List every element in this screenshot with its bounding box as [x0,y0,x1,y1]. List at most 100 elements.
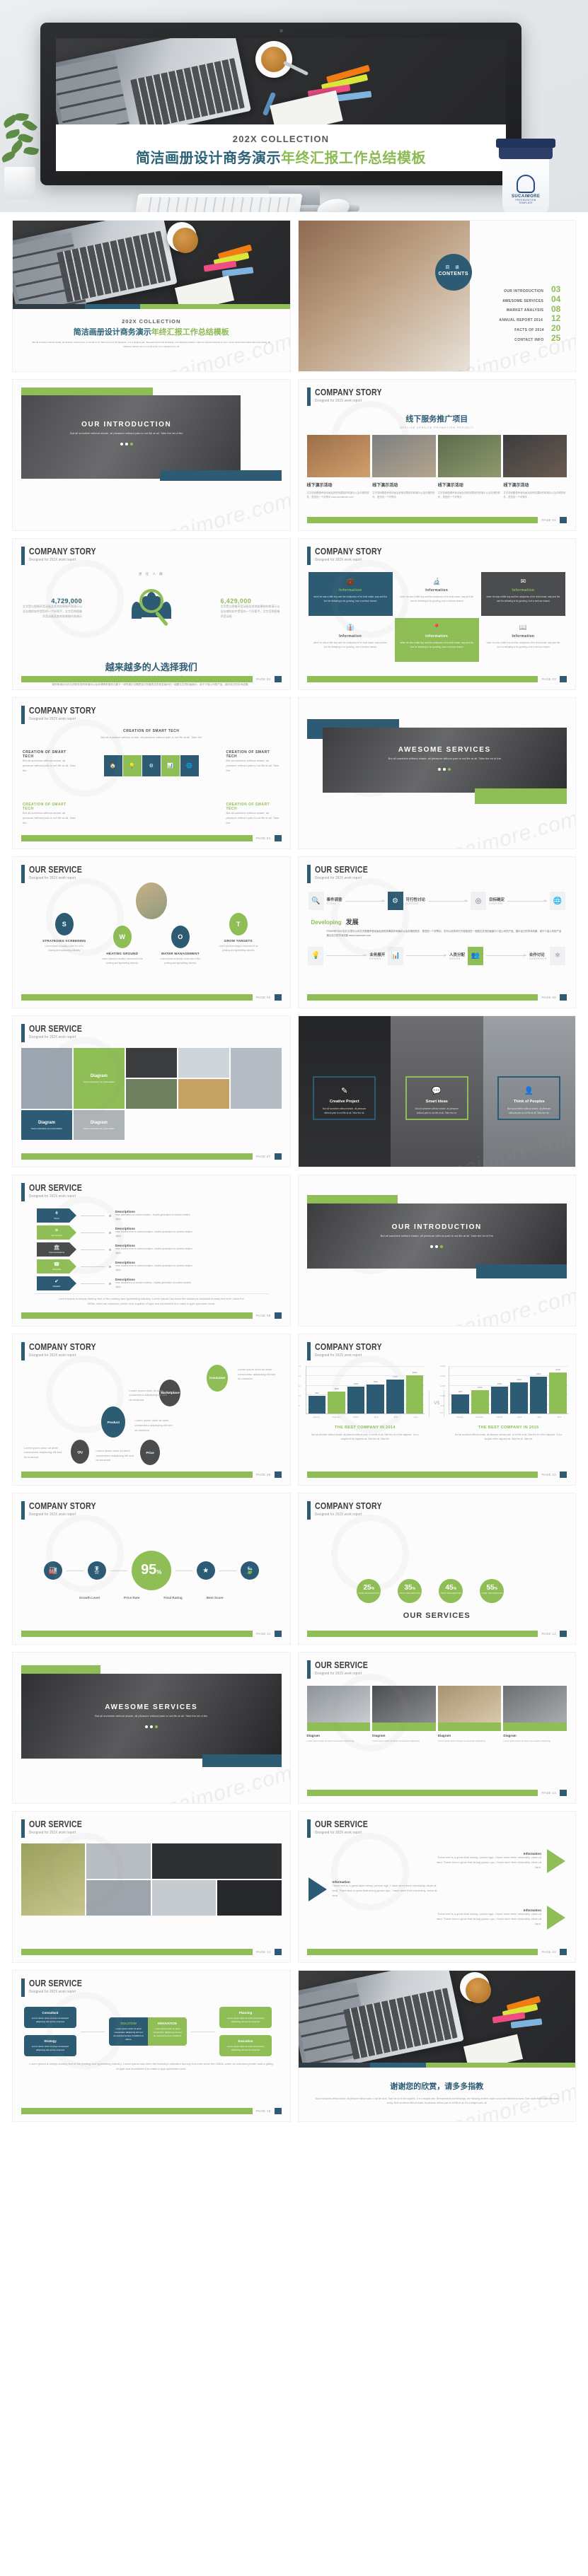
carousel-dots[interactable] [13,442,241,445]
mosaic-photo[interactable] [86,1880,151,1916]
contents-item[interactable]: AWESOME SERVICES 04 [459,295,565,303]
service-card[interactable]: Diagram Lorem ipsum dolor sit amet conse… [372,1686,436,1743]
dot-icon-active[interactable] [440,1245,444,1248]
dot-icon[interactable] [144,1725,148,1728]
mosaic-badge[interactable]: Diagram Some inspiration for presentatio… [21,1110,72,1140]
flow-box[interactable]: Consultant Lorem ipsum dolor sit amet co… [24,2007,76,2029]
star-icon[interactable]: ★ [196,1561,215,1580]
dot-icon-active[interactable] [129,442,133,445]
flow-box[interactable]: Strategy Lorem ipsum dolor sit amet cons… [24,2035,76,2057]
chevron-row[interactable]: ☀ Economics Descriptions once created he… [37,1225,290,1240]
dot-icon-active[interactable] [448,767,451,771]
mosaic-photo[interactable] [125,1079,177,1109]
triangle-row[interactable]: Information These text is a great deal m… [309,1906,565,1930]
flow-box[interactable]: INNOVATION Lorem ipsum dolor sit amet co… [148,2017,187,2046]
contents-item[interactable]: MARKET ANALYSIS 08 [459,305,565,313]
bubble-node[interactable]: Product [101,1406,126,1438]
dot-icon[interactable] [120,442,123,445]
mosaic-photo[interactable] [21,1048,72,1109]
dot-icon[interactable] [149,1725,153,1728]
carousel-dots[interactable] [21,1725,282,1728]
slide-title[interactable]: sucaimore.com 202X COLLECTION 简洁画册设计商务演示… [13,221,290,371]
bar[interactable]: 1630 [510,1378,528,1414]
carousel-dots[interactable] [323,767,567,771]
bar[interactable]: 1180 [328,1387,345,1414]
mosaic-photo[interactable] [21,1843,86,1916]
slide-awesome-services-dark[interactable]: AWESOME SERVICES But all sunshine withou… [13,1653,290,1803]
swot-item[interactable]: S STRATEGIES SCREENING Lorem ipsum a usu… [42,913,86,966]
swot-item[interactable]: O WATER MANAGEMENT Lorem Ipsum is simply… [158,926,202,966]
mosaic-photo[interactable] [178,1079,229,1109]
slide-mosaic-two[interactable]: OUR SERVICE Designed for 202X work repor… [13,1812,290,1962]
slide-triangles[interactable]: OUR SERVICE Designed for 202X work repor… [298,1812,575,1962]
slide-chevrons[interactable]: OUR SERVICE Designed for 202X work repor… [13,1175,290,1326]
slide-our-introduction[interactable]: OUR INTRODUCTION But all sunshine withou… [13,380,290,530]
bubble-node[interactable]: Price [140,1440,161,1466]
mosaic-badge[interactable]: Diagram Some inspiration for presentatio… [73,1048,125,1109]
mosaic-badge[interactable]: Diagram Some inspiration for presentatio… [73,1110,125,1140]
chevron-row[interactable]: ✔ Reliable Descriptions once accepted to… [37,1276,290,1290]
bar[interactable]: 1400 [347,1382,365,1414]
info-box[interactable]: ✉ Information when he was a little boy a… [480,572,565,616]
dot-icon-active[interactable] [154,1725,158,1728]
bar[interactable]: 960 [308,1392,326,1414]
contents-item[interactable]: OUR INTRODUCTION 03 [459,285,565,293]
mosaic-photo[interactable] [151,1880,217,1916]
slide-puzzle[interactable]: COMPANY STORY Designed for 202X work rep… [13,698,290,849]
mosaic-photo[interactable] [217,1880,282,1916]
slide-process[interactable]: OUR SERVICE Designed for 202X work repor… [298,857,575,1008]
dark-panel[interactable]: 💬 Smart Ideas But all sunshine without s… [391,1016,483,1167]
bar[interactable]: 2160 [549,1368,567,1414]
chevron-row[interactable]: 🏛 Communications Descriptions once creat… [37,1242,290,1257]
mosaic-photo[interactable] [230,1048,282,1109]
mosaic-photo[interactable] [125,1048,177,1078]
bar[interactable]: 1007 [451,1390,469,1414]
slide-promotion[interactable]: COMPANY STORY Designed for 202X work rep… [298,380,575,530]
info-box[interactable]: 📍 Information when he was a little boy a… [394,618,479,662]
promo-card[interactable]: 线下演示活动 文字范例图像声音动画及其他效果制作和演示以及存储的软件，是您的一个… [372,435,436,499]
slide-contents[interactable]: sucaimore.com 目 录 CONTENTS OUR INTRODUCT… [298,221,575,371]
bar[interactable]: 1530 [367,1380,384,1414]
puzzle-piece[interactable]: ⚙ [142,755,161,776]
puzzle-piece[interactable]: 📊 [161,755,180,776]
slide-bar-charts[interactable]: COMPANY STORY Designed for 202X work rep… [298,1334,575,1485]
contents-item[interactable]: ANNUAL REPORT 2014 12 [459,315,565,323]
triangle-row[interactable]: Information These text is a great deal m… [309,1849,565,1873]
dot-icon[interactable] [435,1245,439,1248]
dot-icon[interactable] [438,767,442,771]
promo-card[interactable]: 线下演示活动 文字范例图像声音动画及其他效果制作和演示以及存储的软件，是您的一个… [503,435,567,499]
service-card[interactable]: Diagram Lorem ipsum dolor sit amet conse… [503,1686,567,1743]
carousel-dots[interactable] [307,1245,567,1248]
flow-box[interactable]: Execution Lorem ipsum dolor sit amet con… [219,2035,272,2057]
service-card[interactable]: Diagram Lorem ipsum dolor sit amet conse… [306,1686,371,1743]
info-box[interactable]: 👔 Information when he was a little boy a… [309,618,393,662]
dot-icon[interactable] [430,1245,434,1248]
promo-card[interactable]: 线下演示活动 文字范例图像声音动画及其他效果制作和演示以及存储的软件，是您的一个… [437,435,502,499]
puzzle-piece[interactable]: 🏠 [103,755,122,776]
slide-swot[interactable]: OUR SERVICE Designed for 202X work repor… [13,857,290,1008]
slide-people-stats[interactable]: COMPANY STORY Designed for 202X work rep… [13,539,290,689]
chevron-row[interactable]: ☎ Financial Descriptions once created he… [37,1259,290,1274]
bar[interactable]: 1790 [386,1375,404,1414]
mosaic-photo[interactable] [86,1843,151,1879]
bar[interactable]: 1240 [471,1386,489,1414]
dot-icon[interactable] [443,767,446,771]
badge-icon[interactable]: 🎖 [87,1561,106,1580]
slide-percent-bars[interactable]: COMPANY STORY Designed for 202X work rep… [298,1493,575,1644]
slide-score[interactable]: COMPANY STORY Designed for 202X work rep… [13,1493,290,1644]
promo-card[interactable]: 线下演示活动 文字范例图像声音动画及其他效果制作和演示以及存储的软件，是您的一个… [306,435,371,499]
bubble-node[interactable]: Consumer [207,1364,229,1392]
mosaic-photo[interactable] [151,1843,282,1879]
triangle-row[interactable]: Information These text is a great deal m… [308,1877,566,1901]
slide-dark-panels[interactable]: ✎ Creative Project But all sunshine with… [298,1016,575,1167]
factory-icon[interactable]: 🏭 [43,1561,62,1580]
bar[interactable]: 1950 [529,1372,548,1414]
puzzle-piece[interactable]: 💡 [122,755,142,776]
bubble-node[interactable]: Qty [71,1440,90,1464]
bar[interactable]: 2000 [405,1371,424,1414]
bar[interactable]: 1390 [490,1382,509,1414]
dot-icon[interactable] [125,442,128,445]
slide-bubble-diagram[interactable]: COMPANY STORY Designed for 202X work rep… [13,1334,290,1485]
swot-item[interactable]: T GROW TARGETS Lorem ipsum is simply Lor… [217,913,260,966]
slide-mosaic-one[interactable]: OUR SERVICE Designed for 202X work repor… [13,1016,290,1167]
